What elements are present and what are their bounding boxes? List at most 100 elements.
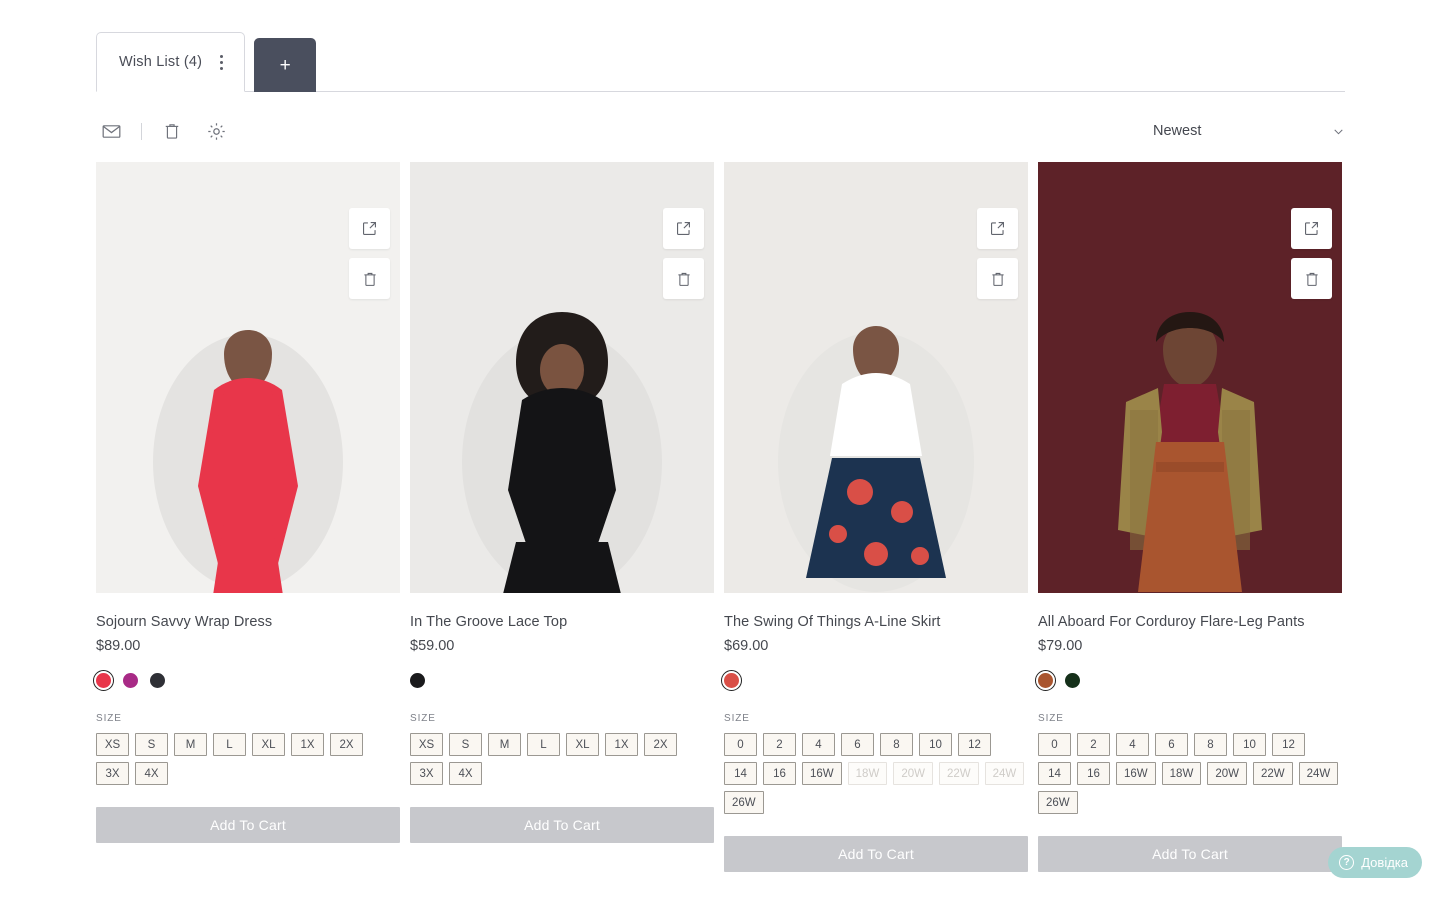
size-option-26w[interactable]: 26W [1038,791,1078,814]
color-swatch-dark-green[interactable] [1065,672,1080,688]
size-option-12[interactable]: 12 [958,733,991,756]
size-option-22w: 22W [938,762,979,785]
product-price: $79.00 [1038,638,1083,654]
kebab-menu-icon[interactable] [212,51,230,73]
size-option-18w[interactable]: 18W [1161,762,1202,785]
size-option-s[interactable]: S [135,733,168,756]
size-option-14[interactable]: 14 [724,762,757,785]
size-option-4[interactable]: 4 [1116,733,1149,756]
size-option-2[interactable]: 2 [1077,733,1110,756]
size-option-4x[interactable]: 4X [449,762,482,785]
product-title[interactable]: In The Groove Lace Top [410,614,714,630]
size-option-26w[interactable]: 26W [724,791,764,814]
color-swatch-red[interactable] [93,669,114,691]
product-title[interactable]: All Aboard For Corduroy Flare-Leg Pants [1038,614,1342,630]
card-action-group [663,208,704,299]
external-link-icon[interactable] [349,208,390,249]
card-action-group [349,208,390,299]
size-option-16[interactable]: 16 [1077,762,1110,785]
color-swatch-black[interactable] [410,672,425,688]
size-option-xl[interactable]: XL [566,733,599,756]
product-title[interactable]: Sojourn Savvy Wrap Dress [96,614,400,630]
trash-icon[interactable] [157,116,187,146]
color-swatch-group [93,669,400,691]
size-option-xs[interactable]: XS [96,733,129,756]
size-option-6[interactable]: 6 [841,733,874,756]
size-option-m[interactable]: M [174,733,207,756]
product-image[interactable] [724,162,1028,593]
color-swatch-group [721,669,1028,691]
size-option-4x[interactable]: 4X [135,762,168,785]
size-option-14[interactable]: 14 [1038,762,1071,785]
color-swatch-rust[interactable] [1035,669,1056,691]
size-option-m[interactable]: M [488,733,521,756]
size-option-3x[interactable]: 3X [96,762,129,785]
size-option-10[interactable]: 10 [1233,733,1266,756]
add-tab-button[interactable]: + [254,38,317,92]
size-option-18w: 18W [847,762,888,785]
size-option-group: XS S M L XL 1X 2X 3X 4X [410,733,714,785]
size-option-1x[interactable]: 1X [291,733,324,756]
trash-icon[interactable] [1291,258,1332,299]
size-option-l[interactable]: L [527,733,560,756]
size-option-2x[interactable]: 2X [644,733,677,756]
product-card: The Swing Of Things A-Line Skirt $69.00 … [721,162,1028,872]
toolbar-icon-group [96,116,231,146]
toolbar-divider [141,122,142,140]
size-option-3x[interactable]: 3X [410,762,443,785]
size-option-12[interactable]: 12 [1272,733,1305,756]
product-image[interactable] [1038,162,1342,593]
size-option-20w: 20W [893,762,933,785]
trash-icon[interactable] [349,258,390,299]
list-toolbar: Newest [96,112,1345,150]
color-swatch-charcoal[interactable] [150,672,165,688]
color-swatch-group [410,671,714,689]
size-option-2[interactable]: 2 [763,733,796,756]
size-option-xs[interactable]: XS [410,733,443,756]
add-to-cart-button[interactable]: Add To Cart [724,836,1028,872]
external-link-icon[interactable] [663,208,704,249]
size-option-0[interactable]: 0 [1038,733,1071,756]
size-option-8[interactable]: 8 [880,733,913,756]
help-widget[interactable]: ? Довідка [1328,847,1422,878]
size-option-1x[interactable]: 1X [605,733,638,756]
size-option-10[interactable]: 10 [919,733,952,756]
product-grid: Sojourn Savvy Wrap Dress $89.00 SIZE XS S… [93,162,1345,872]
trash-icon[interactable] [977,258,1018,299]
size-option-16[interactable]: 16 [763,762,796,785]
size-option-22w[interactable]: 22W [1252,762,1293,785]
card-action-group [1291,208,1332,299]
size-option-0[interactable]: 0 [724,733,757,756]
trash-icon[interactable] [663,258,704,299]
size-option-l[interactable]: L [213,733,246,756]
color-swatch-floral-print[interactable] [721,669,742,691]
size-option-8[interactable]: 8 [1194,733,1227,756]
size-option-24w[interactable]: 24W [1298,762,1339,785]
gear-icon[interactable] [201,116,231,146]
size-option-16w[interactable]: 16W [802,762,842,785]
product-price: $89.00 [96,638,141,654]
product-image[interactable] [96,162,400,593]
add-to-cart-button[interactable]: Add To Cart [410,807,714,843]
envelope-icon[interactable] [96,116,126,146]
add-to-cart-button[interactable]: Add To Cart [1038,836,1342,872]
size-option-4[interactable]: 4 [802,733,835,756]
add-to-cart-button[interactable]: Add To Cart [96,807,400,843]
size-option-16w[interactable]: 16W [1116,762,1156,785]
sort-select-value: Newest [1153,123,1202,139]
product-title[interactable]: The Swing Of Things A-Line Skirt [724,614,1028,630]
tab-strip: Wish List (4) + [96,32,1345,92]
size-option-20w[interactable]: 20W [1207,762,1247,785]
external-link-icon[interactable] [977,208,1018,249]
card-action-group [977,208,1018,299]
size-option-2x[interactable]: 2X [330,733,363,756]
product-image[interactable] [410,162,714,593]
external-link-icon[interactable] [1291,208,1332,249]
size-option-s[interactable]: S [449,733,482,756]
size-option-24w: 24W [984,762,1025,785]
color-swatch-magenta-print[interactable] [123,672,138,688]
sort-select[interactable]: Newest [1153,123,1345,139]
size-option-6[interactable]: 6 [1155,733,1188,756]
tab-wish-list[interactable]: Wish List (4) [96,32,246,92]
size-option-xl[interactable]: XL [252,733,285,756]
